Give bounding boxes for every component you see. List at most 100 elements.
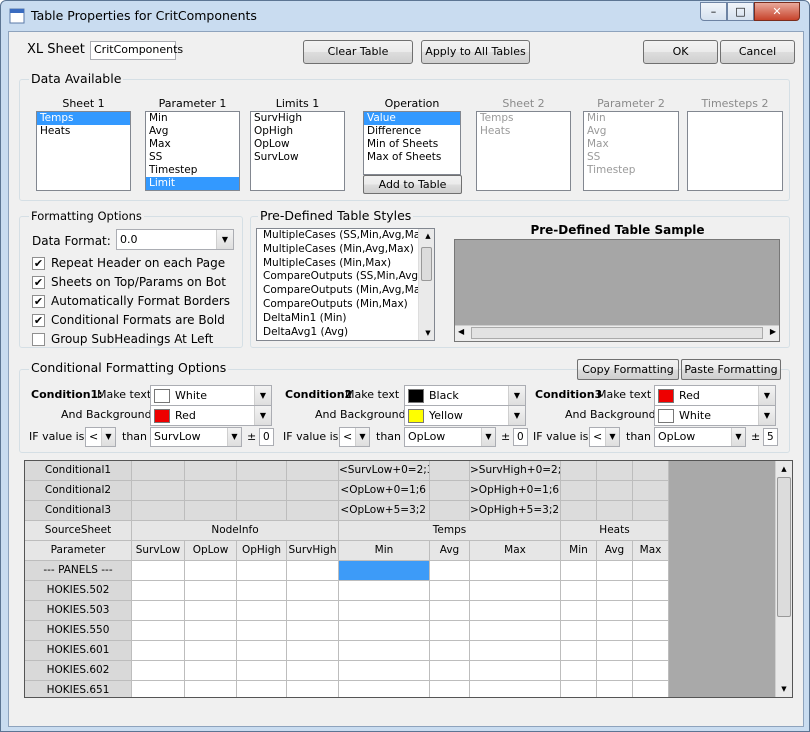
table-cell[interactable] — [237, 561, 287, 581]
table-cell[interactable] — [430, 661, 470, 681]
table-cell[interactable] — [561, 641, 597, 661]
row-header[interactable]: Conditional1 — [25, 461, 132, 481]
list-item[interactable]: Max of Sheets — [364, 151, 460, 164]
table-cell[interactable] — [185, 581, 237, 601]
table-cell[interactable] — [597, 661, 633, 681]
row-header[interactable]: HOKIES.502 — [25, 581, 132, 601]
conditional-cell[interactable]: >OpHigh+5=3;2 — [470, 501, 561, 521]
table-cell[interactable] — [185, 681, 237, 697]
list-item[interactable]: Max — [146, 138, 239, 151]
clear-table-button[interactable]: Clear Table — [303, 40, 413, 64]
row-header[interactable]: Conditional2 — [25, 481, 132, 501]
list-item[interactable]: SurvLow — [251, 151, 344, 164]
table-grid[interactable]: Conditional1 <SurvLow+0=2;3 >SurvHigh+0=2;… — [24, 460, 793, 698]
offset-input[interactable]: 0 — [259, 428, 274, 446]
table-cell[interactable] — [561, 581, 597, 601]
format-checkbox[interactable]: ✔ Automatically Format Borders — [32, 294, 230, 308]
list-item[interactable]: Value — [364, 112, 460, 125]
conditional-cell[interactable] — [132, 501, 185, 521]
table-cell[interactable] — [561, 601, 597, 621]
row-header[interactable]: HOKIES.550 — [25, 621, 132, 641]
table-cell[interactable] — [237, 581, 287, 601]
table-cell[interactable] — [287, 621, 339, 641]
styles-scrollbar[interactable]: ▲ ▼ — [418, 229, 434, 340]
list-item[interactable]: Min — [146, 112, 239, 125]
conditional-cell[interactable] — [597, 501, 633, 521]
sheet1-listbox[interactable]: Temps Heats — [36, 111, 131, 191]
close-button[interactable]: ✕ — [754, 2, 800, 21]
list-item[interactable]: Difference — [364, 125, 460, 138]
scroll-thumb[interactable] — [421, 247, 432, 281]
format-checkbox[interactable]: ✔ Repeat Header on each Page — [32, 256, 225, 270]
operation-listbox[interactable]: Value Difference Min of Sheets Max of Sheet… — [363, 111, 461, 175]
column-header[interactable]: Min — [339, 541, 430, 561]
source-sheet-header[interactable]: SourceSheet — [25, 521, 132, 541]
limits1-listbox[interactable]: SurvHigh OpHigh OpLow SurvLow — [250, 111, 345, 191]
table-cell[interactable] — [339, 561, 430, 581]
column-header[interactable]: SurvHigh — [287, 541, 339, 561]
table-cell[interactable] — [237, 661, 287, 681]
table-cell[interactable] — [339, 601, 430, 621]
style-list-item[interactable]: DeltaAvg1 (Avg) — [260, 326, 417, 340]
grid-scroll-thumb[interactable] — [777, 477, 791, 617]
group-header[interactable]: Heats — [561, 521, 669, 541]
column-header[interactable]: Avg — [430, 541, 470, 561]
row-header[interactable]: HOKIES.503 — [25, 601, 132, 621]
paste-formatting-button[interactable]: Paste Formatting — [681, 359, 781, 380]
operator-combo[interactable]: < ▼ — [589, 427, 620, 447]
style-list-item[interactable]: MultipleCases (SS,Min,Avg,Max) — [260, 229, 431, 243]
conditional-cell[interactable] — [185, 481, 237, 501]
table-cell[interactable] — [597, 581, 633, 601]
conditional-cell[interactable] — [237, 481, 287, 501]
parameter2-listbox[interactable]: Min Avg Max SS Timestep — [583, 111, 679, 191]
sheet2-listbox[interactable]: Temps Heats — [476, 111, 571, 191]
table-cell[interactable] — [287, 561, 339, 581]
table-cell[interactable] — [633, 661, 669, 681]
conditional-cell[interactable] — [132, 461, 185, 481]
column-header[interactable]: Min — [561, 541, 597, 561]
conditional-cell[interactable] — [185, 461, 237, 481]
table-cell[interactable] — [470, 661, 561, 681]
table-cell[interactable] — [430, 621, 470, 641]
row-header[interactable]: HOKIES.602 — [25, 661, 132, 681]
offset-input[interactable]: 0 — [513, 428, 528, 446]
apply-all-tables-button[interactable]: Apply to All Tables — [421, 40, 530, 64]
operator-combo[interactable]: < ▼ — [85, 427, 116, 447]
table-cell[interactable] — [430, 641, 470, 661]
table-cell[interactable] — [430, 681, 470, 697]
table-cell[interactable] — [287, 661, 339, 681]
table-cell[interactable] — [185, 661, 237, 681]
table-cell[interactable] — [339, 621, 430, 641]
conditional-cell[interactable]: >SurvHigh+0=2;3 — [470, 461, 561, 481]
data-format-combo[interactable]: 0.0 ▼ — [116, 229, 234, 250]
table-cell[interactable] — [132, 681, 185, 697]
list-item[interactable]: Heats — [37, 125, 130, 138]
row-header[interactable]: HOKIES.601 — [25, 641, 132, 661]
list-item[interactable]: SS — [146, 151, 239, 164]
conditional-cell[interactable] — [287, 501, 339, 521]
table-cell[interactable] — [430, 601, 470, 621]
parameter1-listbox[interactable]: Min Avg Max SS Timestep Limit — [145, 111, 240, 191]
conditional-cell[interactable] — [237, 461, 287, 481]
column-header[interactable]: OpLow — [185, 541, 237, 561]
conditional-cell[interactable] — [132, 481, 185, 501]
background-color-combo[interactable]: White ▼ — [654, 405, 776, 426]
table-cell[interactable] — [633, 681, 669, 697]
maximize-button[interactable]: □ — [727, 2, 754, 21]
operator-combo[interactable]: < ▼ — [339, 427, 370, 447]
table-cell[interactable] — [633, 621, 669, 641]
table-cell[interactable] — [287, 581, 339, 601]
table-cell[interactable] — [597, 641, 633, 661]
checkbox-box[interactable]: ✔ — [32, 275, 45, 289]
conditional-cell[interactable] — [185, 501, 237, 521]
limit-combo[interactable]: SurvLow ▼ — [150, 427, 242, 447]
table-cell[interactable] — [287, 641, 339, 661]
checkbox-box[interactable]: ✔ — [32, 313, 45, 327]
text-color-combo[interactable]: White ▼ — [150, 385, 272, 406]
sample-hscroll[interactable]: ◀ ▶ — [455, 325, 779, 341]
list-item[interactable]: SS — [584, 151, 678, 164]
scroll-up-icon[interactable]: ▲ — [419, 229, 434, 243]
table-cell[interactable] — [339, 641, 430, 661]
scroll-right-icon[interactable]: ▶ — [770, 327, 776, 336]
hscroll-thumb[interactable] — [471, 327, 763, 339]
